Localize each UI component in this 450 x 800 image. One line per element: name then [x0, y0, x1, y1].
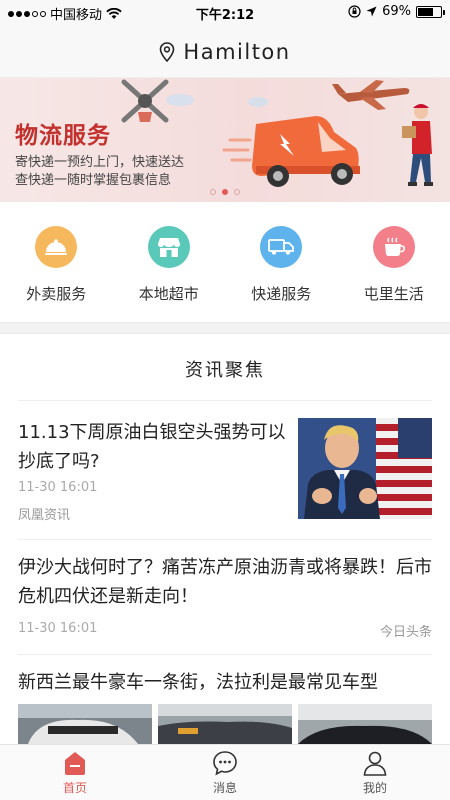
carousel-dot[interactable]	[222, 189, 228, 195]
news-thumbnail	[298, 418, 432, 519]
news-thumbnail	[298, 704, 432, 744]
news-title: 新西兰最牛豪车一条街，法拉利是最常见车型	[18, 672, 378, 693]
carousel-dots[interactable]	[210, 189, 240, 195]
banner-subtitle-1: 寄快递一预约上门，快速送达	[15, 155, 185, 170]
tab-profile[interactable]: 我的	[300, 745, 450, 800]
news-time: 11-30 16:01	[18, 480, 98, 495]
orientation-lock-icon	[348, 5, 361, 18]
news-section-title: 资讯聚焦	[185, 360, 265, 381]
banner-subtitle-2: 查快递一随时掌握包裹信息	[15, 173, 172, 188]
user-icon	[363, 751, 387, 776]
news-item[interactable]: 11.13下周原油白银空头强势可以抄底了吗? 11-30 16:01 凤凰资讯	[18, 418, 432, 538]
tab-messages[interactable]: 消息	[150, 745, 300, 800]
carousel-dot[interactable]	[210, 189, 216, 195]
service-label-takeout: 外卖服务	[26, 285, 87, 303]
promo-banner[interactable]: 物流服务 寄快递一预约上门，快速送达 查快递一随时掌握包裹信息	[0, 78, 450, 202]
status-right: 69%	[348, 4, 445, 19]
news-source: 凤凰资讯	[18, 508, 71, 523]
status-bar: 中国移动 下午2:12 69%	[0, 0, 450, 26]
truck-icon	[260, 226, 303, 268]
bottom-tab-bar: 首页 消息 我的	[0, 744, 450, 800]
tab-home[interactable]: 首页	[0, 745, 150, 800]
tab-label-home: 首页	[62, 781, 87, 795]
news-title: 伊沙大战何时了？痛苦冻产原油沥青或将暴跌！后市危机四伏还是新走向！	[18, 557, 432, 607]
chat-bubble-icon	[213, 751, 237, 776]
banner-title: 物流服务	[15, 123, 111, 149]
service-takeout[interactable]: 外卖服务	[0, 202, 113, 322]
location-arrow-icon	[366, 6, 377, 17]
service-label-express: 快递服务	[251, 285, 312, 303]
service-label-life: 屯里生活	[363, 285, 424, 303]
courier-graphic	[402, 104, 433, 186]
service-life[interactable]: 屯里生活	[338, 202, 450, 322]
drone-graphic	[121, 79, 169, 123]
news-source: 今日头条	[379, 625, 432, 640]
store-icon	[147, 226, 190, 268]
service-supermarket[interactable]: 本地超市	[113, 202, 226, 322]
service-express[interactable]: 快递服务	[225, 202, 338, 322]
location-header[interactable]: Hamilton	[0, 26, 450, 78]
food-cloche-icon	[35, 226, 78, 268]
city-name: Hamilton	[183, 39, 291, 64]
news-item[interactable]: 新西兰最牛豪车一条街，法拉利是最常见车型	[18, 668, 432, 744]
section-divider	[0, 322, 450, 334]
section-title-divider	[18, 400, 432, 401]
battery-icon	[416, 5, 445, 18]
service-grid: 外卖服务 本地超市 快递服务 屯里生活	[0, 202, 450, 322]
carousel-dot[interactable]	[234, 189, 240, 195]
news-separator	[18, 539, 432, 540]
news-item[interactable]: 伊沙大战何时了？痛苦冻产原油沥青或将暴跌！后市危机四伏还是新走向！ 11-30 …	[18, 553, 432, 653]
location-pin-icon	[160, 41, 175, 62]
news-thumbnail	[158, 704, 292, 744]
battery-fill	[418, 7, 433, 16]
news-time: 11-30 16:01	[18, 621, 98, 636]
home-icon	[65, 752, 85, 775]
app-page: 中国移动 下午2:12 69% Hamilton 物流服务 寄快递一预约上门，快…	[0, 0, 450, 800]
news-title: 11.13下周原油白银空头强势可以抄底了吗?	[18, 422, 286, 472]
airplane-graphic	[332, 80, 410, 110]
tab-label-messages: 消息	[212, 781, 237, 795]
news-thumbnail	[18, 704, 152, 744]
battery-percent: 69%	[382, 4, 411, 19]
delivery-truck-graphic	[222, 116, 360, 187]
coffee-cup-icon	[372, 226, 415, 268]
news-thumbnails	[18, 704, 432, 744]
news-separator	[18, 654, 432, 655]
tab-label-profile: 我的	[362, 781, 387, 795]
service-label-supermarket: 本地超市	[138, 285, 199, 303]
